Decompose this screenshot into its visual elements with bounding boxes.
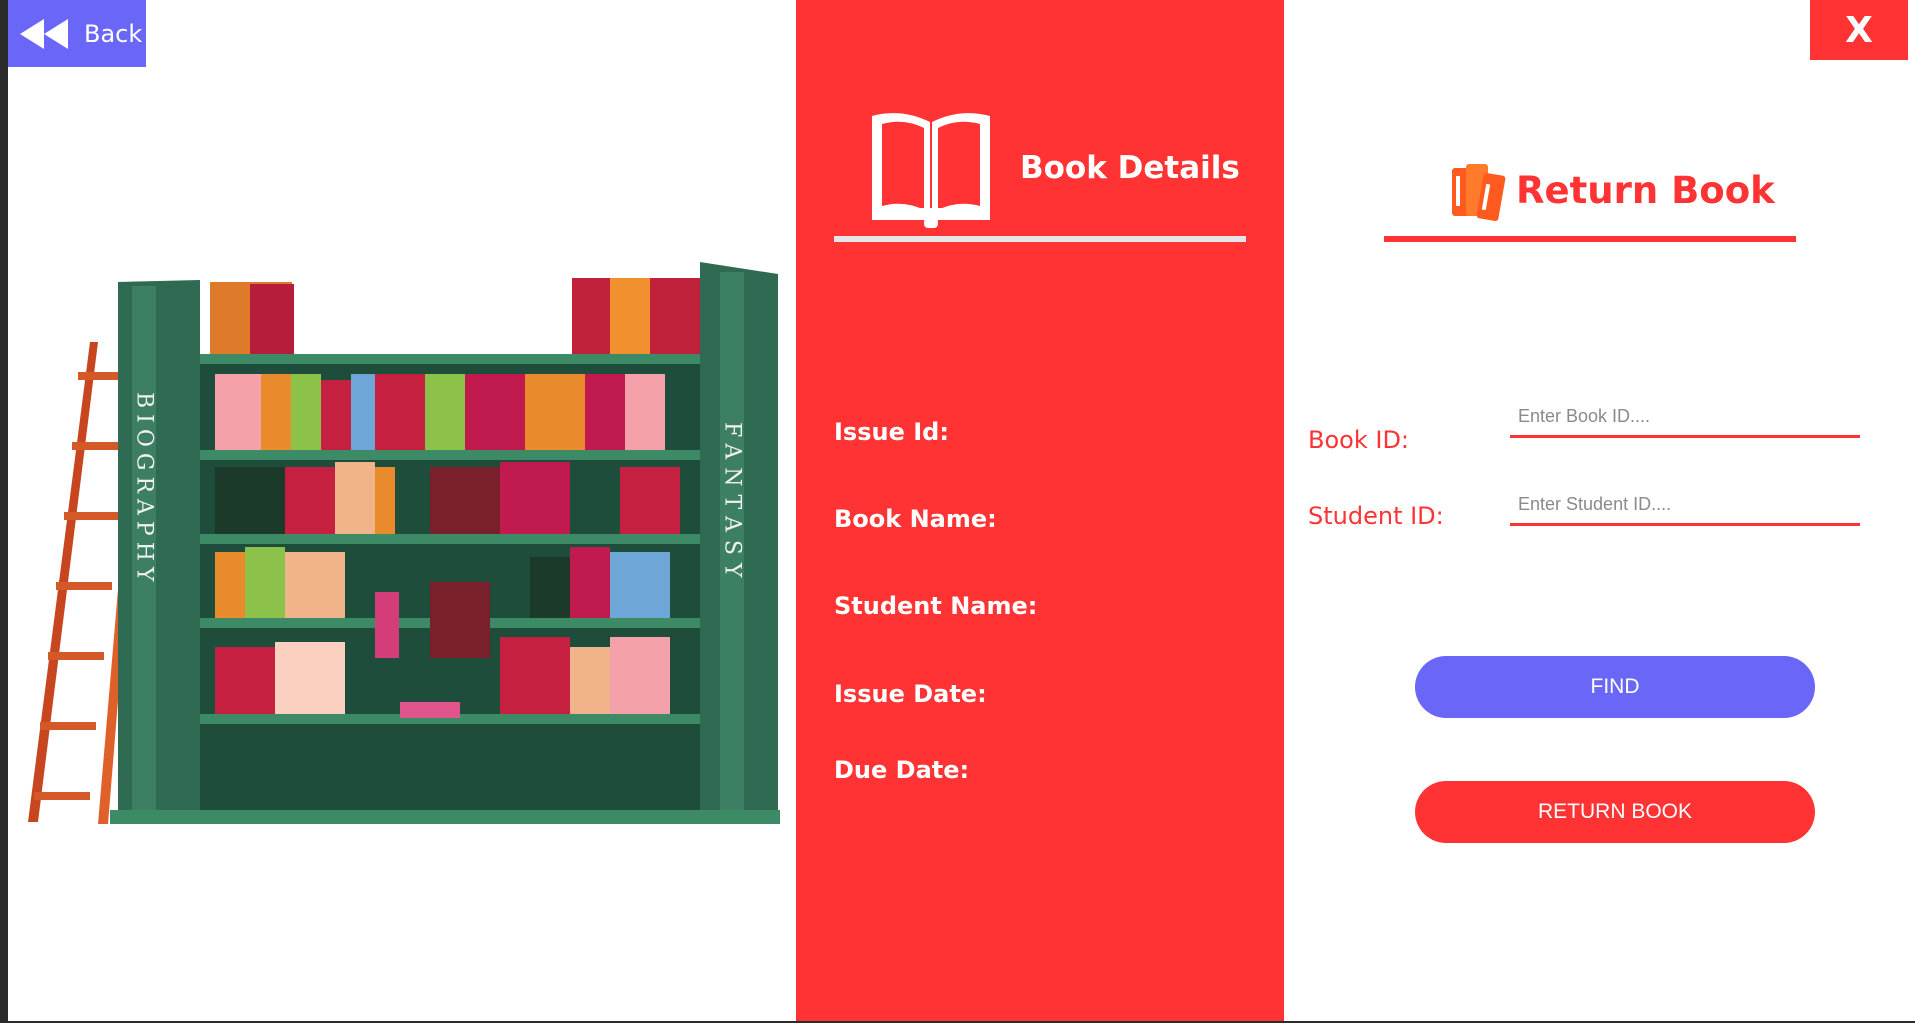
return-book-header: Return Book <box>1448 158 1775 222</box>
bookshelf-illustration: BIOGRAPHY FANTASY <box>28 262 780 824</box>
due-date-label: Due Date: <box>834 756 970 784</box>
books-icon <box>1452 164 1506 222</box>
book-details-title: Book Details <box>1020 150 1240 186</box>
back-label: Back <box>84 19 143 48</box>
book-details-divider <box>834 236 1246 242</box>
return-book-button[interactable]: RETURN BOOK <box>1415 781 1815 843</box>
issue-date-label: Issue Date: <box>834 680 987 708</box>
rewind-icon <box>20 18 68 49</box>
student-id-label: Student ID: <box>1308 502 1444 530</box>
shelf-sign-right: FANTASY <box>720 422 745 585</box>
close-button[interactable]: X <box>1810 0 1908 60</box>
student-name-label: Student Name: <box>834 592 1038 620</box>
book-id-input[interactable] <box>1510 398 1860 438</box>
issue-id-label: Issue Id: <box>834 418 949 446</box>
book-id-label: Book ID: <box>1308 426 1410 454</box>
back-button[interactable]: Back <box>8 0 146 67</box>
student-id-input[interactable] <box>1510 486 1860 526</box>
return-book-divider <box>1384 236 1796 242</box>
book-details-panel: Book Details Issue Id: Book Name: Studen… <box>796 0 1284 1021</box>
find-button[interactable]: FIND <box>1415 656 1815 718</box>
book-name-label: Book Name: <box>834 505 997 533</box>
shelf-sign-left: BIOGRAPHY <box>132 392 157 587</box>
return-book-title: Return Book <box>1516 168 1775 212</box>
open-book-icon <box>872 113 990 228</box>
